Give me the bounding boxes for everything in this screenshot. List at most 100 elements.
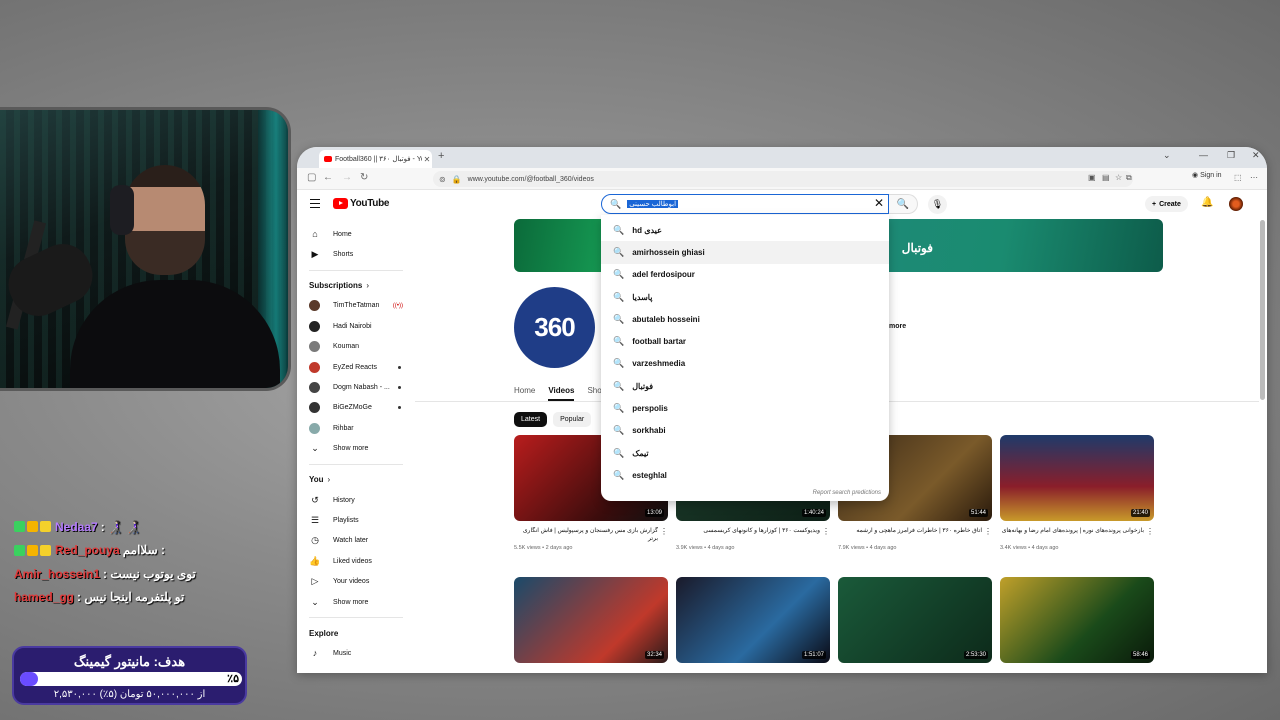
video-duration: 58:46 <box>1130 651 1150 659</box>
url-field[interactable]: ⊚ 🔒 www.youtube.com/@football_360/videos <box>433 171 1133 187</box>
tab-videos[interactable]: Videos <box>548 386 575 401</box>
video-title[interactable]: اتاق خاطره ۳۶۰ | خاطرات فرامرز ماهچی و آ… <box>838 527 992 543</box>
sidebar-toggle-icon[interactable]: ▢ <box>307 172 316 183</box>
subscriptions-heading[interactable]: Subscriptions › <box>297 276 415 296</box>
sidebar-subscription-item[interactable]: BiGeZMoGe <box>297 398 415 418</box>
suggestion-item[interactable]: 🔍 hd عیدی <box>601 219 889 241</box>
clear-search-icon[interactable]: ✕ <box>874 196 884 210</box>
sidebar-item-playlists[interactable]: ☰ Playlists <box>297 510 415 530</box>
tab-close-icon[interactable]: ✕ <box>422 155 432 164</box>
video-card[interactable]: 58:46 <box>1000 577 1154 663</box>
chip-popular[interactable]: Popular <box>553 412 592 427</box>
video-card[interactable]: 32:34 <box>514 577 668 663</box>
sidebar-item-music[interactable]: ♪ Music <box>297 643 415 663</box>
more-link[interactable]: more <box>889 323 906 330</box>
section-title: Explore <box>309 628 339 638</box>
video-card[interactable]: 1:51:07 <box>676 577 830 663</box>
search-button[interactable]: 🔍 <box>889 194 918 214</box>
video-card[interactable]: 2:53:30 <box>838 577 992 663</box>
suggestion-item[interactable]: 🔍 football bartar <box>601 330 889 352</box>
browser-tab[interactable]: Football360 || ۳۶۰ فوتبال - YouTube ✕ <box>319 150 432 168</box>
you-heading[interactable]: You › <box>297 470 415 490</box>
new-tab-button[interactable]: + <box>438 150 444 162</box>
sidebar-item-shorts[interactable]: ▶ Shorts <box>297 244 415 264</box>
video-thumbnail[interactable]: 32:34 <box>514 577 668 663</box>
suggestion-item[interactable]: 🔍 sorkhabi <box>601 420 889 442</box>
banner-text: فوتبال <box>901 241 933 255</box>
suggestion-item[interactable]: 🔍 فوتبال <box>601 375 889 397</box>
youtube-logo[interactable]: YouTube <box>333 198 390 209</box>
sidebar-item-home[interactable]: ⌂ Home <box>297 224 415 244</box>
video-title[interactable]: گزارش بازی مس رفسنجان و پرسپولیس | فاش ا… <box>514 527 668 543</box>
video-meta: 3.9K views • 4 days ago <box>676 545 735 551</box>
suggestion-item[interactable]: 🔍 adel ferdosipour <box>601 264 889 286</box>
channel-avatar <box>309 300 320 312</box>
notifications-bell-icon[interactable]: 🔔 <box>1201 197 1213 208</box>
sidebar-subscription-item[interactable]: Hadi Nairobi <box>297 316 415 336</box>
reader-view-icon[interactable]: ▤ <box>1102 173 1110 182</box>
chip-latest[interactable]: Latest <box>514 412 548 427</box>
browser-menu-icon[interactable]: ⋯ <box>1250 173 1258 182</box>
search-input[interactable]: ابوطالب حسینی <box>627 200 679 208</box>
sidebar-subscription-item[interactable]: TimTheTatman ((•)) <box>297 296 415 316</box>
suggestion-item[interactable]: 🔍 varzeshmedia <box>601 353 889 375</box>
tab-home[interactable]: Home <box>514 386 535 401</box>
sidebar-subscription-item[interactable]: EyZed Reacts <box>297 357 415 377</box>
sidebar-subscription-item[interactable]: Dogm Nabash - ... <box>297 377 415 397</box>
show-more-you[interactable]: ⌄ Show more <box>297 592 415 612</box>
suggestion-item[interactable]: 🔍 amirhossein ghiasi <box>601 241 889 264</box>
suggestion-text: esteghlal <box>632 470 667 480</box>
suggestion-item[interactable]: 🔍 abutaleb hosseini <box>601 308 889 330</box>
subscription-label: EyZed Reacts <box>333 363 377 371</box>
sidebar-item-watch-later[interactable]: ◷ Watch later <box>297 531 415 551</box>
video-menu-icon[interactable]: ⋮ <box>1146 527 1154 536</box>
suggestion-item[interactable]: 🔍 perspolis <box>601 397 889 419</box>
sidebar-item-your-videos[interactable]: ▷ Your videos <box>297 571 415 591</box>
scrollbar[interactable] <box>1259 220 1267 420</box>
tab-list-icon[interactable]: ⌄ <box>1163 150 1171 161</box>
video-menu-icon[interactable]: ⋮ <box>660 527 668 536</box>
back-icon[interactable]: ← <box>323 172 333 183</box>
suggestion-item[interactable]: 🔍 esteghlal <box>601 464 889 486</box>
hamburger-menu-icon[interactable] <box>310 199 320 208</box>
suggestion-item[interactable]: 🔍 پاسدیا <box>601 286 889 308</box>
video-card[interactable]: 21:40 بازخوانی پرونده‌های نوره | پرونده‌ه… <box>1000 435 1154 551</box>
collections-icon[interactable]: ⧉ <box>1126 173 1132 183</box>
forward-icon[interactable]: → <box>342 172 352 183</box>
create-button[interactable]: + Create <box>1145 196 1188 212</box>
sidebar-item-liked-videos[interactable]: 👍 Liked videos <box>297 551 415 571</box>
reload-icon[interactable]: ↻ <box>360 172 368 183</box>
suggestion-item[interactable]: 🔍 تیمک <box>601 442 889 464</box>
favorite-icon[interactable]: ☆ <box>1115 173 1122 182</box>
search-icon: 🔍 <box>613 269 625 280</box>
report-predictions-link[interactable]: Report search predictions <box>813 490 881 496</box>
close-window-icon[interactable]: ✕ <box>1252 150 1260 161</box>
video-title[interactable]: بازخوانی پرونده‌های نوره | پرونده‌های ام… <box>1000 527 1154 543</box>
picture-in-picture-icon[interactable]: ▣ <box>1088 173 1096 182</box>
video-menu-icon[interactable]: ⋮ <box>822 527 830 536</box>
liked-videos-icon: 👍 <box>309 555 321 566</box>
show-more-subscriptions[interactable]: ⌄ Show more <box>297 439 415 459</box>
search-box[interactable]: 🔍 ابوطالب حسینی ✕ <box>601 194 889 214</box>
video-thumbnail[interactable]: 2:53:30 <box>838 577 992 663</box>
sidebar-item-label: Watch later <box>333 537 369 545</box>
extensions-icon[interactable]: ⬚ <box>1234 173 1242 182</box>
search-icon: 🔍 <box>613 425 625 436</box>
sidebar-subscription-item[interactable]: Kouman <box>297 337 415 357</box>
microphone-icon: 🎙 <box>931 199 944 209</box>
video-thumbnail[interactable]: 58:46 <box>1000 577 1154 663</box>
account-avatar[interactable] <box>1229 197 1243 211</box>
voice-search-button[interactable]: 🎙 <box>928 195 947 214</box>
browser-signin-button[interactable]: ◉ Sign in <box>1192 171 1222 180</box>
video-title[interactable]: ویدیوکست ۳۶۰ | کوزارها و کانونهای کریسمس… <box>676 527 830 543</box>
sidebar-item-history[interactable]: ↺ History <box>297 490 415 510</box>
site-info-icon[interactable]: ⊚ <box>439 175 446 184</box>
minimize-icon[interactable]: — <box>1199 150 1208 160</box>
video-thumbnail[interactable]: 21:40 <box>1000 435 1154 521</box>
sidebar-subscription-item[interactable]: Rihbar <box>297 418 415 438</box>
maximize-icon[interactable]: ❐ <box>1227 150 1235 161</box>
tab-shorts[interactable]: Sho <box>587 386 601 401</box>
video-menu-icon[interactable]: ⋮ <box>984 527 992 536</box>
video-thumbnail[interactable]: 1:51:07 <box>676 577 830 663</box>
scrollbar-thumb[interactable] <box>1260 220 1265 400</box>
